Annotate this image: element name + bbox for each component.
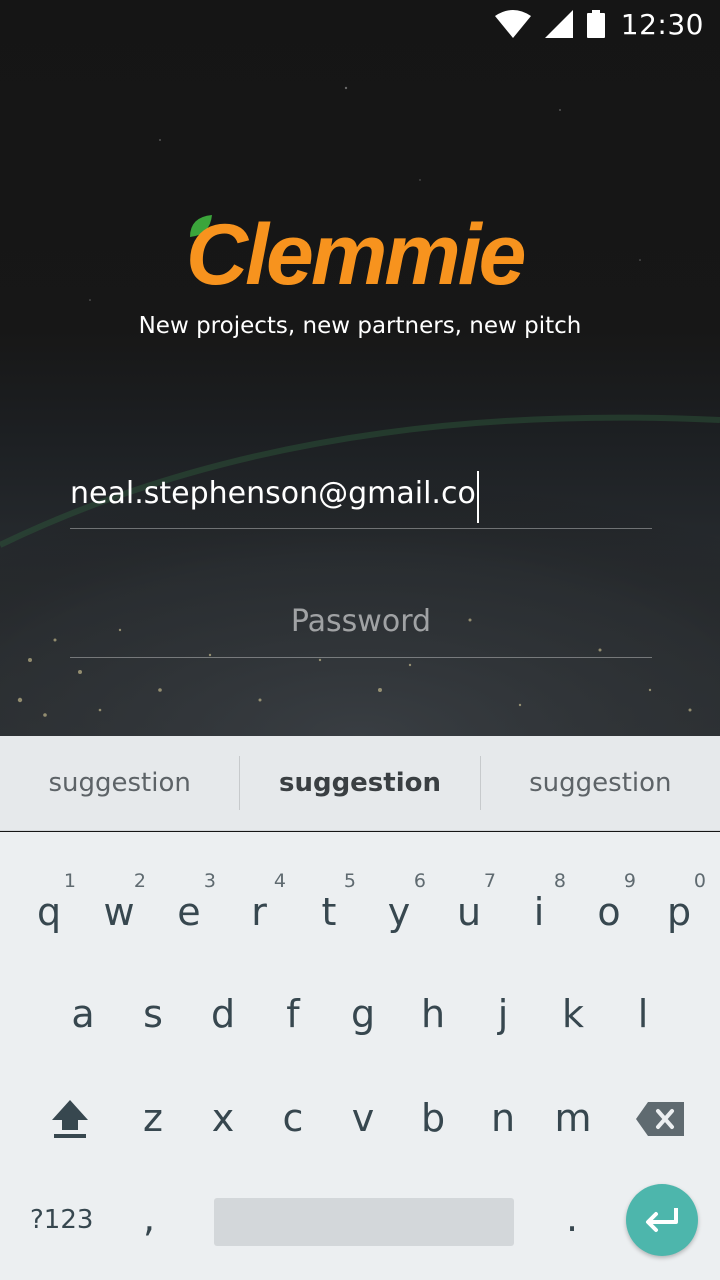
key-b[interactable]: b <box>398 832 468 1140</box>
app-logo: Clemmie <box>180 205 540 305</box>
status-bar: 12:30 <box>0 0 720 48</box>
key-c[interactable]: c <box>258 832 328 1140</box>
enter-key[interactable] <box>626 1184 698 1256</box>
shift-key[interactable] <box>48 1098 92 1145</box>
email-field[interactable]: neal.stephenson@gmail.co <box>70 466 652 529</box>
app-name: Clemmie <box>186 207 526 303</box>
shift-arrow-icon <box>52 1100 88 1138</box>
backspace-icon <box>636 1102 684 1136</box>
period-key[interactable]: . <box>566 1196 578 1240</box>
text-cursor <box>476 470 479 523</box>
key-a[interactable]: a <box>48 832 118 1036</box>
password-field[interactable] <box>70 596 652 658</box>
suggestion-bar: suggestion suggestion suggestion <box>0 736 720 831</box>
cell-signal-icon <box>544 10 573 38</box>
key-n[interactable]: n <box>468 832 538 1140</box>
email-input[interactable]: neal.stephenson@gmail.co <box>70 466 476 522</box>
suggestion-left[interactable]: suggestion <box>0 736 239 831</box>
password-input[interactable] <box>70 596 652 646</box>
enter-arrow-icon <box>646 1208 678 1232</box>
tagline: New projects, new partners, new pitch <box>138 313 582 339</box>
key-x[interactable]: x <box>188 832 258 1140</box>
battery-icon <box>586 10 605 38</box>
space-key[interactable] <box>214 1198 514 1246</box>
comma-key[interactable]: , <box>143 1196 155 1240</box>
symbols-key[interactable]: ?123 <box>30 1205 93 1235</box>
clock: 12:30 <box>620 7 704 41</box>
key-v[interactable]: v <box>328 832 398 1140</box>
suggestion-right[interactable]: suggestion <box>481 736 720 831</box>
key-l[interactable]: l <box>608 832 678 1036</box>
backspace-key[interactable] <box>634 1100 686 1143</box>
key-z[interactable]: z <box>118 832 188 1140</box>
suggestion-center[interactable]: suggestion <box>240 736 479 831</box>
wifi-icon <box>494 10 531 38</box>
key-m[interactable]: m <box>538 832 608 1140</box>
